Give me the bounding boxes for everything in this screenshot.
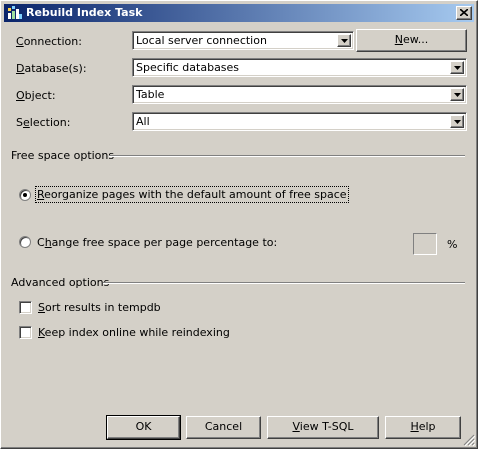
free-space-divider bbox=[109, 155, 465, 157]
connection-label: Connection: bbox=[16, 35, 82, 48]
view-accel: V bbox=[292, 420, 300, 433]
chevron-down-icon bbox=[454, 93, 461, 97]
keep-label-rest: eep index online while reindexing bbox=[44, 326, 230, 339]
object-label-rest: bject: bbox=[24, 89, 56, 102]
connection-label-rest: onnection: bbox=[23, 35, 82, 48]
view-tsql-rest: iew T-SQL bbox=[299, 420, 354, 433]
new-button-accel: N bbox=[394, 33, 403, 46]
selection-label: Selection: bbox=[16, 116, 70, 129]
help-button[interactable]: Help bbox=[385, 416, 461, 439]
radio-selected-dot bbox=[23, 193, 27, 197]
connection-value: Local server connection bbox=[136, 34, 267, 47]
object-label: Object: bbox=[16, 89, 56, 102]
reorganize-default-radio[interactable] bbox=[19, 189, 31, 201]
change-free-space-radio[interactable] bbox=[19, 236, 31, 248]
change-label-accel: h bbox=[44, 236, 52, 249]
free-space-group-label: Free space options bbox=[11, 149, 115, 162]
help-accel: H bbox=[410, 420, 419, 433]
keep-accel: K bbox=[38, 326, 45, 339]
sort-tempdb-label[interactable]: Sort results in tempdb bbox=[38, 301, 161, 314]
percent-sign: % bbox=[447, 238, 458, 251]
databases-dropdown-button[interactable] bbox=[450, 61, 464, 74]
sort-accel: S bbox=[38, 301, 45, 314]
ok-button[interactable]: OK bbox=[106, 415, 181, 440]
window-title: Rebuild Index Task bbox=[26, 6, 143, 19]
chevron-down-icon bbox=[341, 39, 348, 43]
reorganize-label-rest: eorganize pages with the default amount … bbox=[44, 188, 347, 201]
selection-value: All bbox=[136, 115, 150, 128]
selection-label-rest: lection: bbox=[29, 116, 71, 129]
cancel-button[interactable]: Cancel bbox=[186, 416, 261, 439]
help-rest: elp bbox=[418, 420, 436, 433]
advanced-divider bbox=[103, 282, 465, 284]
selection-label-accel: e bbox=[22, 116, 30, 129]
connection-dropdown-button[interactable] bbox=[337, 34, 351, 47]
task-icon bbox=[7, 5, 23, 21]
selection-dropdown-button[interactable] bbox=[450, 115, 464, 128]
new-connection-button[interactable]: New... bbox=[356, 29, 467, 52]
connection-select[interactable]: Local server connection bbox=[132, 31, 354, 50]
databases-select[interactable]: Specific databases bbox=[132, 58, 467, 77]
chevron-down-icon bbox=[454, 120, 461, 124]
databases-value: Specific databases bbox=[136, 61, 240, 74]
selection-select[interactable]: All bbox=[132, 112, 467, 131]
databases-label-rest: atabase(s): bbox=[24, 62, 87, 75]
change-label-rest: ange free space per page percentage to: bbox=[51, 236, 278, 249]
new-button-rest: ew... bbox=[402, 33, 429, 46]
free-space-percentage-input[interactable] bbox=[413, 233, 437, 255]
resize-grip-icon[interactable] bbox=[463, 434, 475, 446]
change-free-space-label[interactable]: Change free space per page percentage to… bbox=[37, 236, 277, 249]
databases-label: Database(s): bbox=[16, 62, 87, 75]
title-bar[interactable]: Rebuild Index Task bbox=[4, 4, 474, 22]
chevron-down-icon bbox=[454, 66, 461, 70]
keep-online-checkbox[interactable] bbox=[19, 326, 32, 339]
object-select[interactable]: Table bbox=[132, 85, 467, 104]
sort-tempdb-checkbox[interactable] bbox=[19, 301, 32, 314]
object-label-accel: O bbox=[16, 89, 25, 102]
view-tsql-button[interactable]: View T-SQL bbox=[267, 416, 379, 439]
reorganize-default-label[interactable]: Reorganize pages with the default amount… bbox=[35, 186, 349, 203]
keep-online-label[interactable]: Keep index online while reindexing bbox=[38, 326, 230, 339]
connection-label-accel: C bbox=[16, 35, 24, 48]
advanced-group-label: Advanced options bbox=[11, 276, 110, 289]
object-value: Table bbox=[136, 88, 165, 101]
object-dropdown-button[interactable] bbox=[450, 88, 464, 101]
sort-label-rest: ort results in tempdb bbox=[44, 301, 161, 314]
close-button[interactable] bbox=[456, 6, 472, 20]
dialog-window: Rebuild Index Task Connection: Local ser… bbox=[0, 0, 478, 449]
close-icon bbox=[460, 9, 468, 16]
change-label-pre: C bbox=[37, 236, 45, 249]
selection-label-pre: S bbox=[16, 116, 23, 129]
